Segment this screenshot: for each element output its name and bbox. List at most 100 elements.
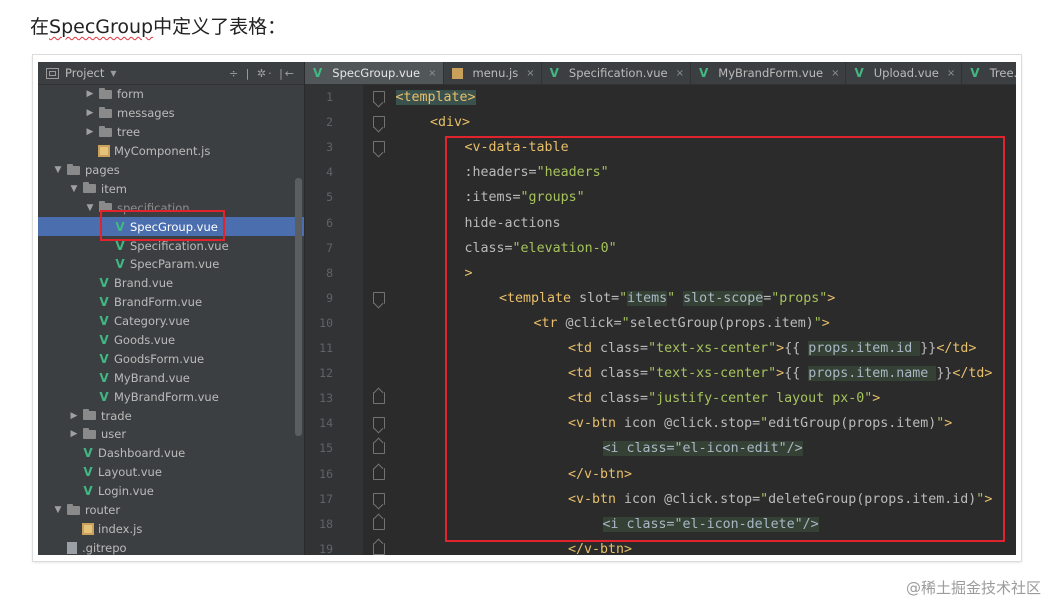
project-title[interactable]: Project [65,66,104,80]
code-area[interactable]: <template> <div> <v-data-table:headers="he… [389,85,1016,555]
code-token: <v-data-table [464,140,569,156]
fold-open-icon[interactable] [373,417,385,430]
close-icon[interactable]: × [526,68,534,79]
close-icon[interactable]: × [947,68,955,79]
line-number: 16 [319,466,333,481]
code-line: <td class="text-xs-center">{{ props.item… [568,361,992,386]
chevron-right-icon[interactable]: ▶ [84,127,96,137]
chevron-down-icon[interactable]: ▼ [84,203,96,213]
project-toolbar-icons[interactable]: ÷ | ✲· |← [229,67,296,80]
line-number: 11 [319,341,333,355]
code-token: slot= [579,290,620,306]
tree-item[interactable]: V GoodsForm.vue [38,349,304,368]
editor-tab[interactable]: V SpecGroup.vue × [305,62,444,84]
editor-tab[interactable]: V Upload.vue × [846,62,963,84]
code-token: <v-btn [568,491,625,507]
fold-open-icon[interactable] [373,91,385,103]
project-panel-header[interactable]: Project ▼ ÷ | ✲· |← [38,62,304,85]
line-number: 3 [326,140,333,155]
code-token: " [760,491,769,507]
code-line: <i class="el-icon-edit"/> [602,436,803,461]
chevron-right-icon[interactable]: ▶ [68,429,80,439]
tree-item[interactable]: V BrandForm.vue [38,293,304,312]
chevron-down-icon[interactable]: ▼ [52,505,64,515]
tree-item[interactable]: V SpecGroup.vue [38,217,304,237]
tree-item-label: tree [117,125,141,140]
line-number: 8 [326,265,333,280]
tree-item[interactable]: ▶ trade [38,406,304,425]
tree-item[interactable]: V MyBrand.vue [38,368,304,387]
fold-close-icon[interactable] [373,517,385,530]
tree-item[interactable]: V Layout.vue [38,463,304,482]
tree-item[interactable]: V MyBrandForm.vue [38,387,304,406]
editor-tab[interactable]: V MyBrandForm.vue × [691,62,847,84]
close-icon[interactable]: × [676,68,684,79]
code-token: </td> [952,366,993,382]
tree-item-label: MyBrand.vue [114,370,190,385]
code-token: <i class="el-icon-delete"/> [602,516,819,532]
editor-tab[interactable]: V Tree.vue [962,62,1016,84]
fold-close-icon[interactable] [373,467,385,480]
code-token: {{ [784,366,809,382]
folder-icon [67,163,80,175]
editor-tab-label: Tree.vue [989,66,1016,80]
tree-item[interactable]: ▼ specification [38,198,304,217]
watermark: @稀土掘金技术社区 [905,579,1041,597]
js-file-icon [451,67,463,79]
tree-item[interactable]: V Category.vue [38,312,304,331]
tree-item[interactable]: V Brand.vue [38,274,304,293]
chevron-down-icon[interactable]: ▼ [110,69,116,78]
tree-item[interactable]: ▼ item [38,179,304,198]
code-token: " [760,416,769,432]
editor-tab[interactable]: V Specification.vue × [542,62,691,84]
chevron-down-icon[interactable]: ▼ [52,165,64,175]
tree-item[interactable]: V SpecParam.vue [38,255,304,274]
tree-item[interactable]: MyComponent.js [38,142,304,161]
fold-close-icon[interactable] [373,392,385,405]
fold-open-icon[interactable] [373,116,385,129]
tree-item[interactable]: V Login.vue [38,482,304,501]
line-number: 15 [319,441,333,456]
chevron-right-icon[interactable]: ▶ [84,89,96,99]
editor-tabs: V SpecGroup.vue × menu.js × V Specification.vu… [305,62,1016,85]
project-scrollbar[interactable] [295,178,302,436]
tree-item[interactable]: ▶ messages [38,104,304,123]
fold-open-icon[interactable] [373,291,385,304]
code-token: hide-actions [464,215,561,231]
tree-item-label: .gitrepo [82,540,127,555]
tree-item[interactable]: ▼ router [38,501,304,520]
chevron-right-icon[interactable]: ▶ [84,108,96,118]
chevron-down-icon[interactable]: ▼ [68,184,80,194]
line-number: 4 [326,165,333,180]
tree-item[interactable]: ▶ user [38,425,304,444]
editor-tab[interactable]: menu.js × [444,62,542,84]
code-line: </v-btn> [568,537,632,555]
fold-open-icon[interactable] [373,141,385,154]
code-token: <td [568,341,601,356]
tree-item[interactable]: V Dashboard.vue [38,444,304,463]
heading-prefix: 在 [30,16,50,38]
line-number: 12 [319,366,333,381]
tree-item[interactable]: ▶ form [38,85,304,104]
code-token: <tr [533,315,566,331]
code-token: deleteGroup(props.item.id) [768,491,977,507]
code-line: <v-btn icon @click.stop="editGroup(props… [568,411,952,436]
tree-item[interactable]: V Specification.vue [38,236,304,255]
tree-item[interactable]: .gitrepo [38,538,304,555]
close-icon[interactable]: × [831,68,839,79]
fold-open-icon[interactable] [373,492,385,505]
tree-item[interactable]: index.js [38,519,304,538]
tree-item-label: MyComponent.js [114,144,211,159]
chevron-right-icon[interactable]: ▶ [68,411,80,421]
tree-item[interactable]: V Goods.vue [38,331,304,350]
line-number: 19 [319,541,333,555]
line-number: 7 [326,240,333,255]
code-line: <v-btn icon @click.stop="deleteGroup(pro… [568,487,992,512]
line-number: 9 [326,290,333,305]
close-icon[interactable]: × [428,68,436,79]
tree-item[interactable]: ▶ tree [38,123,304,142]
tree-item[interactable]: ▼ pages [38,161,304,180]
fold-close-icon[interactable] [373,442,385,455]
fold-close-icon[interactable] [373,542,385,555]
